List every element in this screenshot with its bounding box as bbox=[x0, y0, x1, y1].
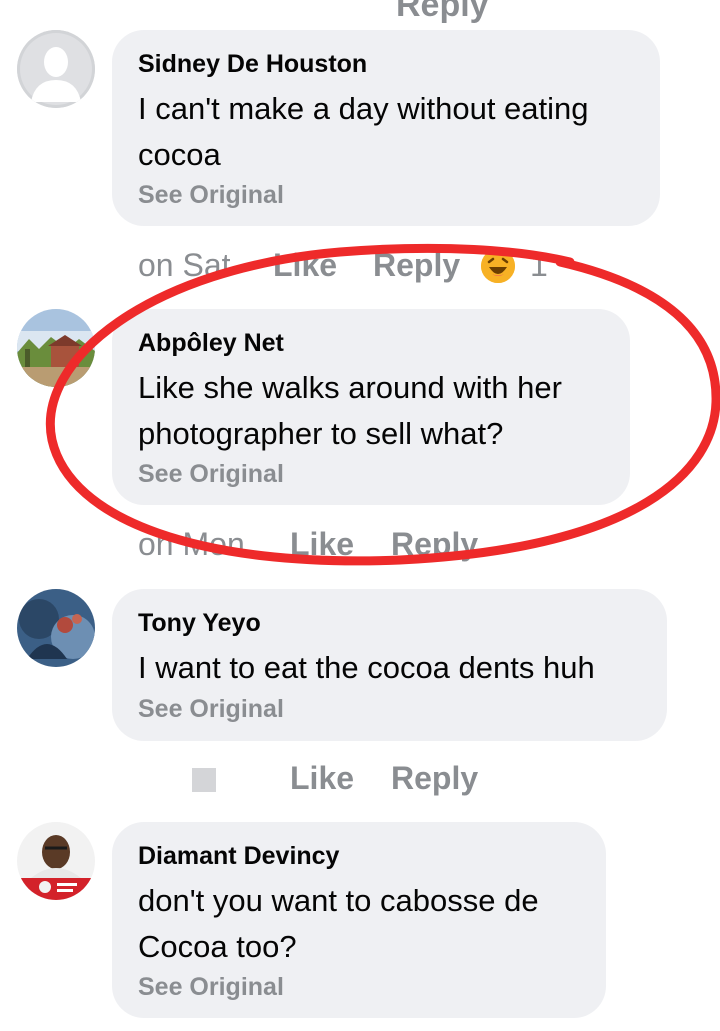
comment-bubble: Tony Yeyo I want to eat the cocoa dents … bbox=[112, 589, 667, 741]
profile-photo-icon bbox=[17, 822, 95, 900]
see-original-link[interactable]: See Original bbox=[138, 181, 284, 210]
comment-author[interactable]: Abpôley Net bbox=[138, 329, 284, 358]
default-person-icon bbox=[17, 30, 95, 108]
comment-thread: Reply Sidney De Houston I can't make a d… bbox=[0, 0, 720, 1031]
reply-button[interactable]: Reply bbox=[391, 526, 478, 563]
comment-bubble: Diamant Devincy don't you want to caboss… bbox=[112, 822, 606, 1018]
reply-button[interactable]: Reply bbox=[391, 760, 478, 797]
profile-photo-icon bbox=[17, 589, 95, 667]
like-button[interactable]: Like bbox=[290, 526, 354, 563]
avatar-photo[interactable] bbox=[17, 822, 95, 900]
previous-reply-link[interactable]: Reply bbox=[396, 0, 489, 25]
avatar-photo[interactable] bbox=[17, 309, 95, 387]
see-original-link[interactable]: See Original bbox=[138, 973, 284, 1002]
avatar-default[interactable] bbox=[17, 30, 95, 108]
reply-button[interactable]: Reply bbox=[373, 247, 460, 284]
comment-author[interactable]: Sidney De Houston bbox=[138, 50, 367, 79]
comment-text: don't you want to cabosse de Cocoa too? bbox=[138, 883, 539, 964]
profile-photo-icon bbox=[17, 309, 95, 387]
comment-text: I can't make a day without eating cocoa bbox=[138, 91, 589, 172]
comment-author[interactable]: Tony Yeyo bbox=[138, 609, 261, 638]
comment-text: I want to eat the cocoa dents huh bbox=[138, 650, 595, 685]
laughing-face-icon[interactable] bbox=[481, 249, 515, 283]
like-button[interactable]: Like bbox=[290, 760, 354, 797]
comment-bubble: Sidney De Houston I can't make a day wit… bbox=[112, 30, 660, 226]
comment-author[interactable]: Diamant Devincy bbox=[138, 842, 339, 871]
reaction-count[interactable]: 1 bbox=[530, 247, 548, 284]
see-original-link[interactable]: See Original bbox=[138, 695, 284, 724]
comment-bubble: Abpôley Net Like she walks around with h… bbox=[112, 309, 630, 505]
avatar-photo[interactable] bbox=[17, 589, 95, 667]
like-button[interactable]: Like bbox=[273, 247, 337, 284]
comment-time: on Mon bbox=[138, 526, 245, 562]
redacted-time bbox=[192, 768, 216, 792]
comment-time: on Sat bbox=[138, 247, 231, 283]
comment-text: Like she walks around with her photograp… bbox=[138, 370, 562, 451]
see-original-link[interactable]: See Original bbox=[138, 460, 284, 489]
